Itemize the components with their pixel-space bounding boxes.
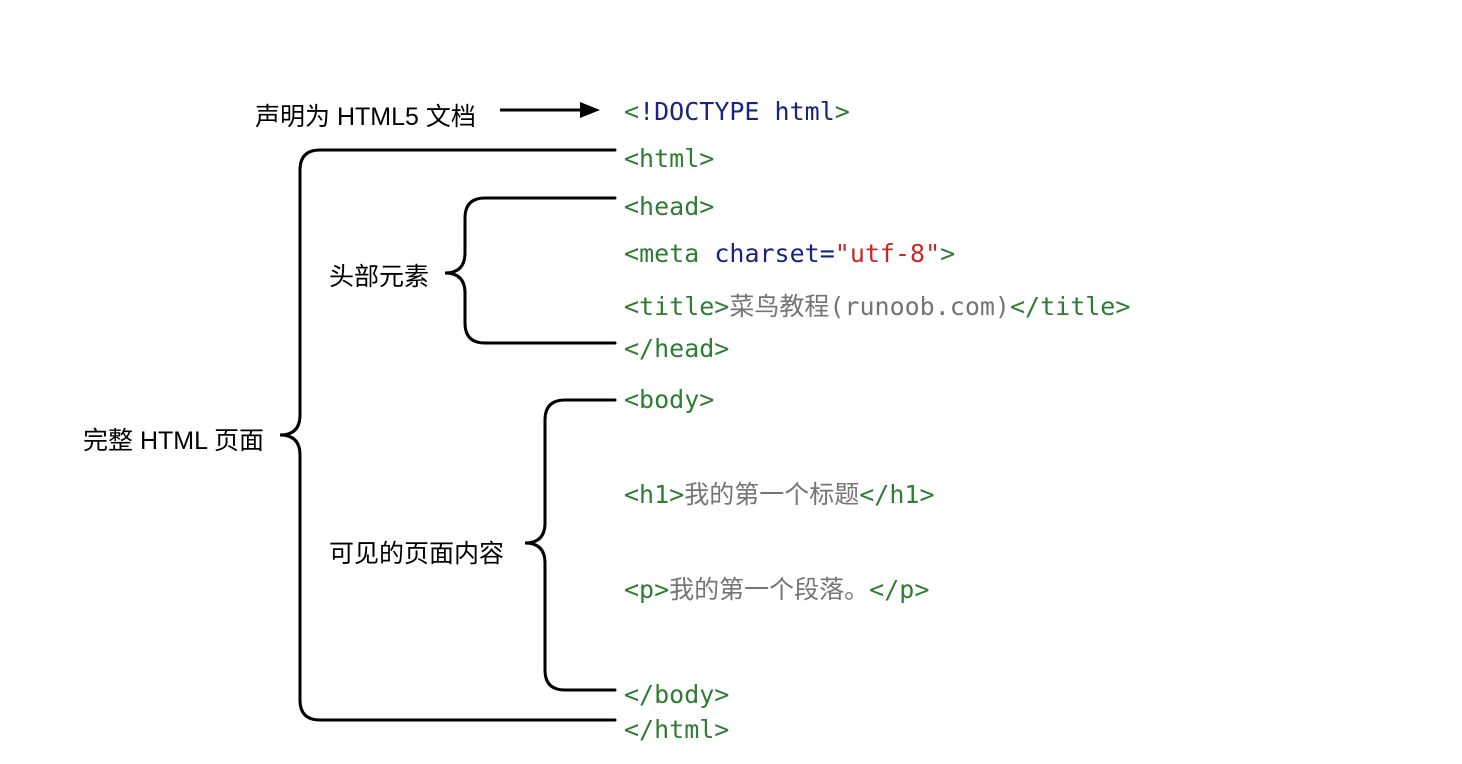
title-open: <title> [624,292,729,321]
meta-close: > [940,239,955,268]
code-title: <title>菜鸟教程(runoob.com)</title> [624,287,1130,323]
code-html-open: <html> [624,144,714,173]
bracket-body [525,395,620,700]
meta-eq: = [820,239,835,268]
code-p: <p>我的第一个段落。</p> [624,570,929,606]
h1-text: 我的第一个标题 [684,480,859,509]
code-body-close: </body> [624,680,729,709]
bracket-close: > [835,97,850,126]
body-close-tag: </body> [624,680,729,709]
code-meta: <meta charset="utf-8"> [624,239,955,268]
bracket-head [445,193,620,353]
doctype-bang: ! [639,97,654,126]
html-tag: <html> [624,144,714,173]
code-head-close: </head> [624,334,729,363]
p-text: 我的第一个段落。 [669,575,869,604]
title-close: </title> [1010,292,1130,321]
p-close: </p> [869,575,929,604]
h1-close: </h1> [859,480,934,509]
meta-val: "utf-8" [835,239,940,268]
h1-open: <h1> [624,480,684,509]
doctype-text: DOCTYPE html [654,97,835,126]
code-head-open: <head> [624,192,714,221]
code-html-close: </html> [624,715,729,744]
head-close-tag: </head> [624,334,729,363]
body-tag: <body> [624,385,714,414]
title-text: 菜鸟教程(runoob.com) [729,292,1010,321]
html-close-tag: </html> [624,715,729,744]
label-doctype: 声明为 HTML5 文档 [255,97,476,133]
label-full-page: 完整 HTML 页面 [83,421,264,457]
bracket-open: < [624,97,639,126]
code-h1: <h1>我的第一个标题</h1> [624,475,935,511]
p-open: <p> [624,575,669,604]
meta-attr: charset [714,239,819,268]
head-tag: <head> [624,192,714,221]
code-doctype: <!DOCTYPE html> [624,97,850,126]
meta-space [699,239,714,268]
meta-name: meta [639,239,699,268]
meta-open: < [624,239,639,268]
code-body-open: <body> [624,385,714,414]
arrow-doctype [495,95,605,125]
